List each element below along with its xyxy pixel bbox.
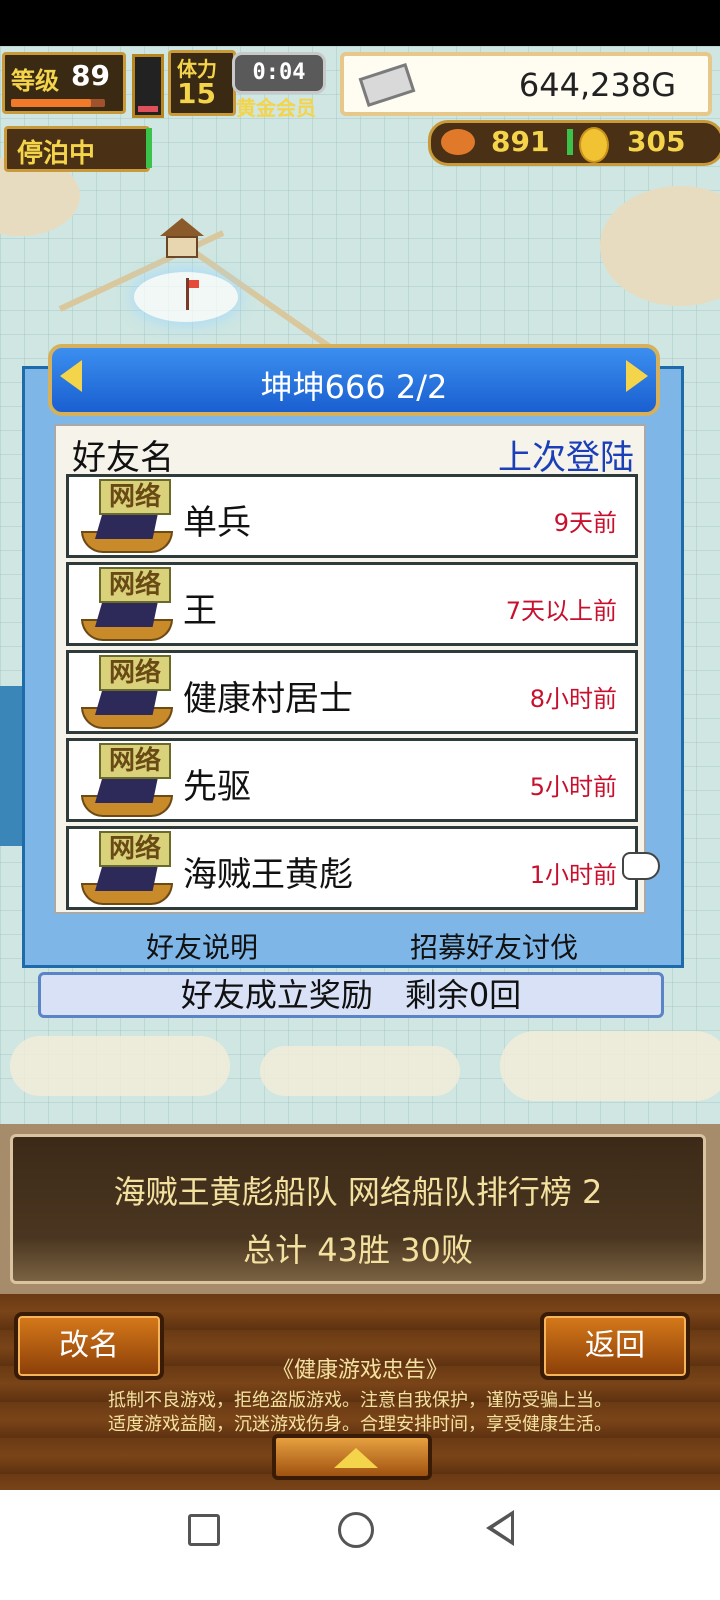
recruit-friends-link[interactable]: 招募好友讨伐 [410,926,578,966]
fleet-ranking-text: 海贼王黄彪船队 网络船队排行榜 2 [113,1173,603,1211]
friend-reward-bar[interactable]: 好友成立奖励 剩余0回 [38,972,664,1018]
column-header-friend-name: 好友名 [72,438,174,478]
silver-bar-icon [358,63,416,107]
network-badge: 网络 [99,831,171,867]
ship-icon: 网络 [81,567,173,647]
harbor-status-text: 停泊中 [17,139,96,169]
dialog-title: 坤坤666 2/2 [260,368,448,406]
level-progress-bar [11,99,105,107]
friend-last-login: 5小时前 [529,773,617,801]
recent-apps-icon[interactable] [188,1514,220,1546]
cloud [10,1036,230,1096]
coin-icon [579,127,609,163]
expand-up-button[interactable] [272,1434,432,1480]
network-badge: 网络 [99,743,171,779]
friend-last-login: 1小时前 [529,861,617,889]
cloud [500,1031,720,1101]
coin-count: 305 [627,125,686,158]
flag-icon[interactable] [178,278,199,310]
hud: 等级 89 体力 15 0:04 黄金会员 644,238G 停泊中 891 3… [0,46,720,172]
timer: 0:04 [232,52,326,94]
friend-row[interactable]: 网络 海贼王黄彪 1小时前 [66,826,638,910]
friend-row[interactable]: 网络 先驱 5小时前 [66,738,638,822]
money-panel[interactable]: 644,238G [340,52,712,116]
friend-row[interactable]: 网络 健康村居士 8小时前 [66,650,638,734]
fleet-record-text: 总计 43胜 30败 [243,1231,473,1269]
fish-icon [441,129,475,155]
resource-divider [567,129,573,155]
home-icon[interactable] [338,1512,374,1548]
fleet-info-inner: 海贼王黄彪船队 网络船队排行榜 2 总计 43胜 30败 [10,1134,706,1284]
game-screen: 等级 89 体力 15 0:04 黄金会员 644,238G 停泊中 891 3… [0,0,720,1600]
friend-list: 好友名 上次登陆 网络 单兵 9天前 网络 王 7天以上前 网络 健康村居士 8… [54,424,646,914]
up-arrow-icon [334,1448,378,1468]
stamina-gauge [132,54,164,118]
level-panel: 等级 89 [2,52,126,114]
friend-last-login: 8小时前 [529,685,617,713]
column-header-last-login: 上次登陆 [498,438,634,478]
house-icon[interactable] [160,218,204,258]
network-badge: 网络 [99,479,171,515]
ship-icon: 网络 [81,831,173,911]
level-label: 等级 [11,67,59,95]
health-notice-title: 《健康游戏忠告》 [271,1358,448,1383]
harbor-status-badge[interactable]: 停泊中 [4,126,150,172]
network-badge: 网络 [99,567,171,603]
back-icon-inner [493,1516,511,1540]
next-page-arrow-icon[interactable] [626,360,648,392]
status-bar [0,0,720,46]
friend-row[interactable]: 网络 单兵 9天前 [66,474,638,558]
level-progress-fill [11,99,91,107]
system-nav-bar [0,1490,720,1600]
friend-name: 海贼王黄彪 [183,855,353,895]
resource-panel[interactable]: 891 305 [428,120,720,166]
health-notice-line2: 适度游戏益脑，沉迷游戏伤身。合理安排时间，享受健康生活。 [108,1414,612,1435]
friend-help-link[interactable]: 好友说明 [146,926,258,966]
network-badge: 网络 [99,655,171,691]
fleet-info-panel: 海贼王黄彪船队 网络船队排行榜 2 总计 43胜 30败 [0,1124,720,1294]
physique-value: 15 [177,77,216,110]
physique-panel: 体力 15 [168,50,236,116]
dialog-header: 坤坤666 2/2 [48,344,660,416]
friend-name: 健康村居士 [183,679,353,719]
harbor-indicator [146,128,152,168]
pointing-hand-icon [622,852,660,880]
health-notice-line1: 抵制不良游戏，拒绝盗版游戏。注意自我保护，谨防受骗上当。 [108,1390,612,1411]
friend-last-login: 7天以上前 [505,597,617,625]
stamina-fill [138,106,158,112]
ship-icon: 网络 [81,479,173,559]
sea-area [0,686,24,846]
friend-row[interactable]: 网络 王 7天以上前 [66,562,638,646]
friend-name: 先驱 [183,767,251,807]
money-value: 644,238G [518,66,676,104]
ship-icon: 网络 [81,655,173,735]
friend-last-login: 9天前 [553,509,617,537]
friend-name: 王 [183,591,217,631]
friend-name: 单兵 [183,503,251,543]
level-value: 89 [71,59,110,92]
fish-count: 891 [491,125,550,158]
island [600,186,720,306]
ship-icon: 网络 [81,743,173,823]
membership-badge: 黄金会员 [236,96,316,120]
cloud [260,1046,460,1096]
